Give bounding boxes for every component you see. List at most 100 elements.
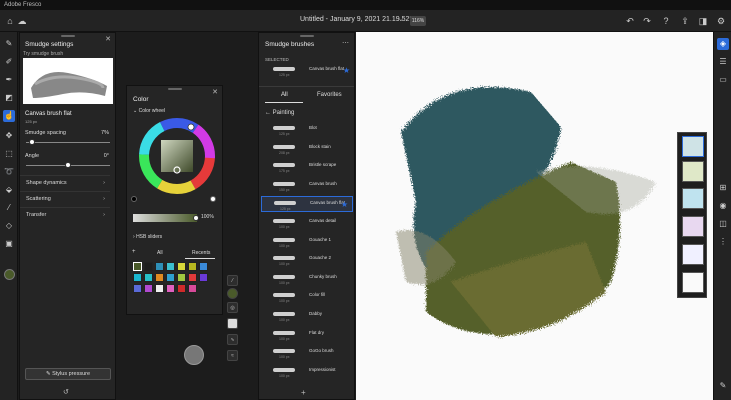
color-swatch[interactable] (166, 273, 175, 282)
brush-list-item[interactable]: 100 px Dabby (261, 308, 353, 324)
brush-list-item[interactable]: 100 px Gouache 1 (261, 234, 353, 250)
zoom-level[interactable]: 116% (410, 16, 426, 26)
color-swatch[interactable] (166, 284, 175, 293)
color-swatch[interactable] (177, 262, 186, 271)
current-color[interactable] (4, 269, 15, 280)
smoothing-mini-icon[interactable]: ∿ (227, 334, 238, 345)
tab-favorites[interactable]: Favorites (317, 92, 342, 98)
live-brush-icon[interactable]: ✐ (3, 56, 15, 68)
select-icon[interactable]: ⬚ (3, 148, 15, 160)
layer-thumbnail[interactable] (682, 216, 704, 237)
brush-list-item[interactable]: 125 px Canvas brush flat ★ (261, 196, 353, 213)
color-swatch[interactable] (166, 262, 175, 271)
panel-handle[interactable] (60, 35, 75, 37)
layer-thumbnail[interactable] (682, 272, 704, 293)
brush-list-item[interactable]: 125 px Blot (261, 122, 353, 138)
reset-icon[interactable]: ↺ (63, 388, 69, 396)
layer-thumbnail[interactable] (682, 188, 704, 209)
tab-recents[interactable]: Recents (192, 250, 210, 256)
color-swatch[interactable] (144, 262, 153, 271)
brush-list-item[interactable]: 100 px GoGo brush (261, 345, 353, 361)
panel-handle[interactable] (167, 88, 182, 90)
document-title[interactable]: Untitled - January 9, 2021 21.19.52* (300, 16, 412, 23)
visibility-icon[interactable]: ◉ (717, 200, 729, 212)
brush-list-item[interactable]: 100 px Flat dry (261, 327, 353, 343)
color-swatch[interactable] (155, 284, 164, 293)
color-swatch[interactable] (177, 284, 186, 293)
opacity-mini-icon[interactable] (227, 318, 238, 329)
tab-all[interactable]: All (157, 250, 163, 256)
color-swatch[interactable] (144, 273, 153, 282)
color-swatch[interactable] (133, 284, 142, 293)
section-transfer[interactable]: Transfer › (20, 207, 110, 221)
brush-list-item[interactable]: 100 px Gouache 2 (261, 252, 353, 268)
color-swatch[interactable] (188, 284, 197, 293)
section-scattering[interactable]: Scattering › (20, 191, 110, 205)
brush-list-item[interactable]: 100 px Chunky brush (261, 271, 353, 287)
eraser-icon[interactable]: ◩ (3, 92, 15, 104)
add-swatch-icon[interactable]: + (132, 249, 136, 255)
color-swatch[interactable] (177, 273, 186, 282)
color-swatch[interactable] (155, 273, 164, 282)
white-swatch[interactable] (210, 196, 216, 202)
touch-shortcut-button[interactable] (184, 345, 204, 365)
edit-icon[interactable]: ✎ (717, 380, 729, 392)
smudge-icon[interactable]: ☝ (3, 110, 15, 122)
layer-thumbnail[interactable] (682, 244, 704, 265)
modifier-mini-icon[interactable]: ≈ (227, 350, 238, 361)
color-swatch[interactable] (133, 262, 142, 271)
cloud-icon[interactable]: ☁ (16, 16, 28, 26)
opacity-slider-knob[interactable] (193, 215, 199, 221)
layer-properties-icon[interactable]: ☰ (717, 56, 729, 68)
comments-icon[interactable]: ▭ (717, 74, 729, 86)
brush-list-item[interactable]: 175 px Bristle scrape (261, 159, 353, 175)
help-icon[interactable]: ? (660, 16, 672, 26)
color-swatch[interactable] (133, 273, 142, 282)
more-icon[interactable]: ⋮ (717, 236, 729, 248)
chevron-down-icon[interactable]: ⌄ (398, 15, 404, 23)
close-icon[interactable]: ✕ (105, 35, 111, 43)
redo-icon[interactable]: ↷ (641, 16, 653, 26)
home-icon[interactable]: ⌂ (4, 16, 16, 26)
color-wheel[interactable] (139, 116, 217, 198)
hsb-sliders-toggle[interactable]: › HSB sliders (133, 234, 162, 240)
undo-icon[interactable]: ↶ (624, 16, 636, 26)
spacing-slider-track[interactable] (26, 142, 110, 143)
layer-thumbnail[interactable] (682, 136, 704, 157)
selected-brush[interactable]: 125 px Canvas brush flat ★ (261, 63, 354, 83)
vector-brush-icon[interactable]: ✒ (3, 74, 15, 86)
spacing-slider-knob[interactable] (28, 139, 35, 145)
favorite-star-icon[interactable]: ★ (343, 66, 350, 75)
layer-mask-icon[interactable]: ◫ (717, 218, 729, 230)
favorite-star-icon[interactable]: ★ (341, 200, 348, 209)
color-wheel-toggle[interactable]: ⌄ Color wheel (133, 108, 165, 114)
add-brush-icon[interactable]: + (301, 388, 306, 397)
brush-list-item[interactable]: 100 px Impressionist (261, 364, 353, 380)
stylus-pressure-button[interactable]: ✎ Stylus pressure (25, 368, 111, 380)
color-swatch[interactable] (199, 262, 208, 271)
panel-handle[interactable] (299, 35, 314, 37)
timelapse-icon[interactable]: ◨ (697, 16, 709, 26)
opacity-slider[interactable] (133, 214, 197, 222)
add-layer-icon[interactable]: ⊞ (717, 182, 729, 194)
section-shape-dynamics[interactable]: Shape dynamics › (20, 175, 110, 189)
shapes-icon[interactable]: ◇ (3, 220, 15, 232)
brush-list-item[interactable]: 150 px Canvas brush (261, 178, 353, 194)
color-swatch[interactable] (188, 273, 197, 282)
tab-all-brushes[interactable]: All (281, 92, 288, 98)
layer-thumbnail[interactable] (682, 161, 704, 182)
lasso-icon[interactable]: ➰ (3, 166, 15, 178)
eyedropper-icon[interactable]: ⁄ (3, 202, 15, 214)
more-options-icon[interactable]: ⋯ (342, 39, 349, 47)
drawing-canvas[interactable] (356, 32, 713, 400)
fill-icon[interactable]: ⬙ (3, 184, 15, 196)
color-swatch[interactable] (155, 262, 164, 271)
brush-list-item[interactable]: 100 px Color fill (261, 289, 353, 305)
color-mini-swatch[interactable] (227, 288, 238, 299)
brush-list-item[interactable]: 100 px Canvas detail (261, 215, 353, 231)
share-icon[interactable]: ⇪ (679, 16, 691, 26)
color-swatch[interactable] (199, 273, 208, 282)
eyedropper-mini-icon[interactable]: ⁄ (227, 275, 238, 286)
black-swatch[interactable] (131, 196, 137, 202)
brush-list-item[interactable]: 208 px Block stain (261, 141, 353, 157)
